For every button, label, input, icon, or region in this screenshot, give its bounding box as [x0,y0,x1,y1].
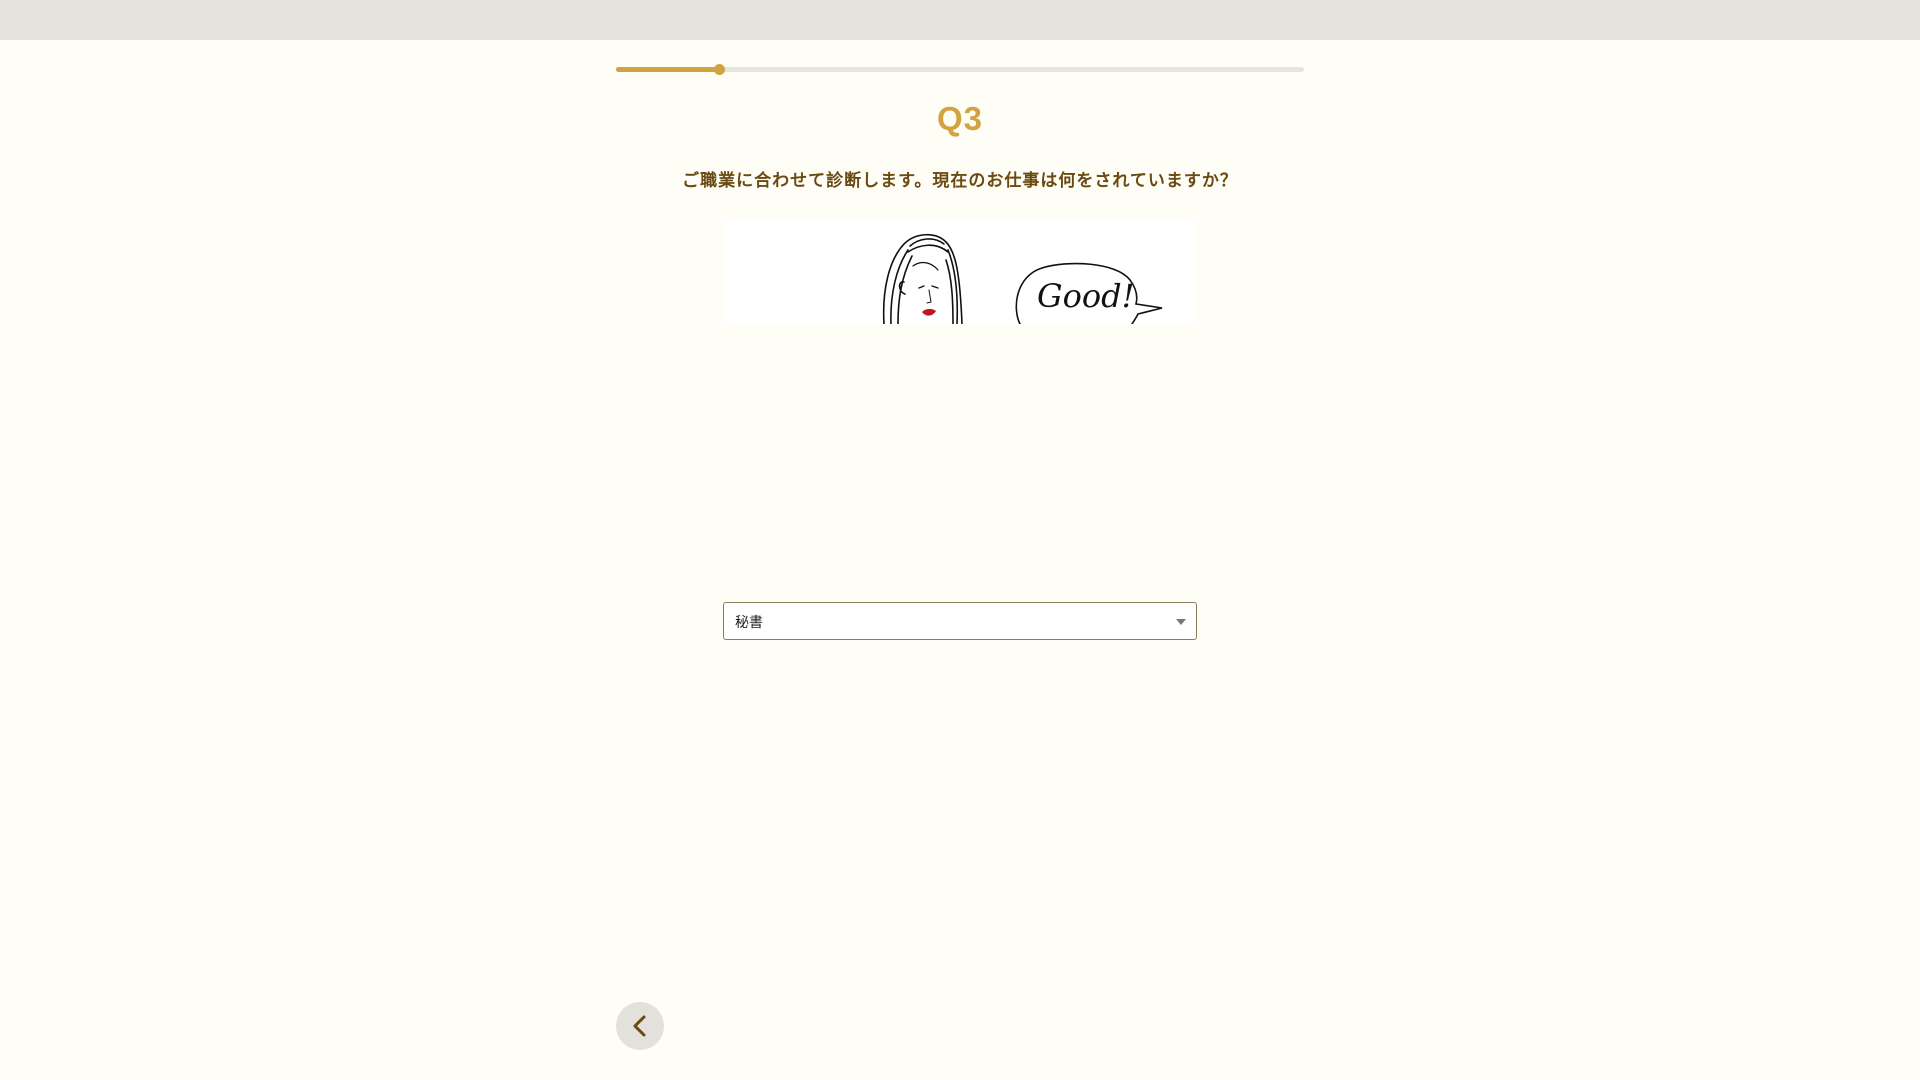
occupation-select-value: 秘書 [735,615,763,631]
speech-bubble-text: Good! [1037,277,1134,315]
caret-down-icon [1176,619,1186,625]
top-bar [0,0,1920,40]
progress-bar [616,64,1304,75]
illustration-woman-good: Good! [724,220,1195,324]
question-text: ご職業に合わせて診断します。現在のお仕事は何をされていますか？ [682,171,1238,191]
progress-fill [616,67,720,72]
chevron-left-icon [633,1015,646,1037]
woman-illustration-svg: Good! [882,233,1163,324]
back-button[interactable] [616,1002,664,1050]
question-number: Q3 [936,100,984,137]
progress-knob [714,64,726,75]
occupation-select[interactable]: 秘書 [723,602,1197,640]
